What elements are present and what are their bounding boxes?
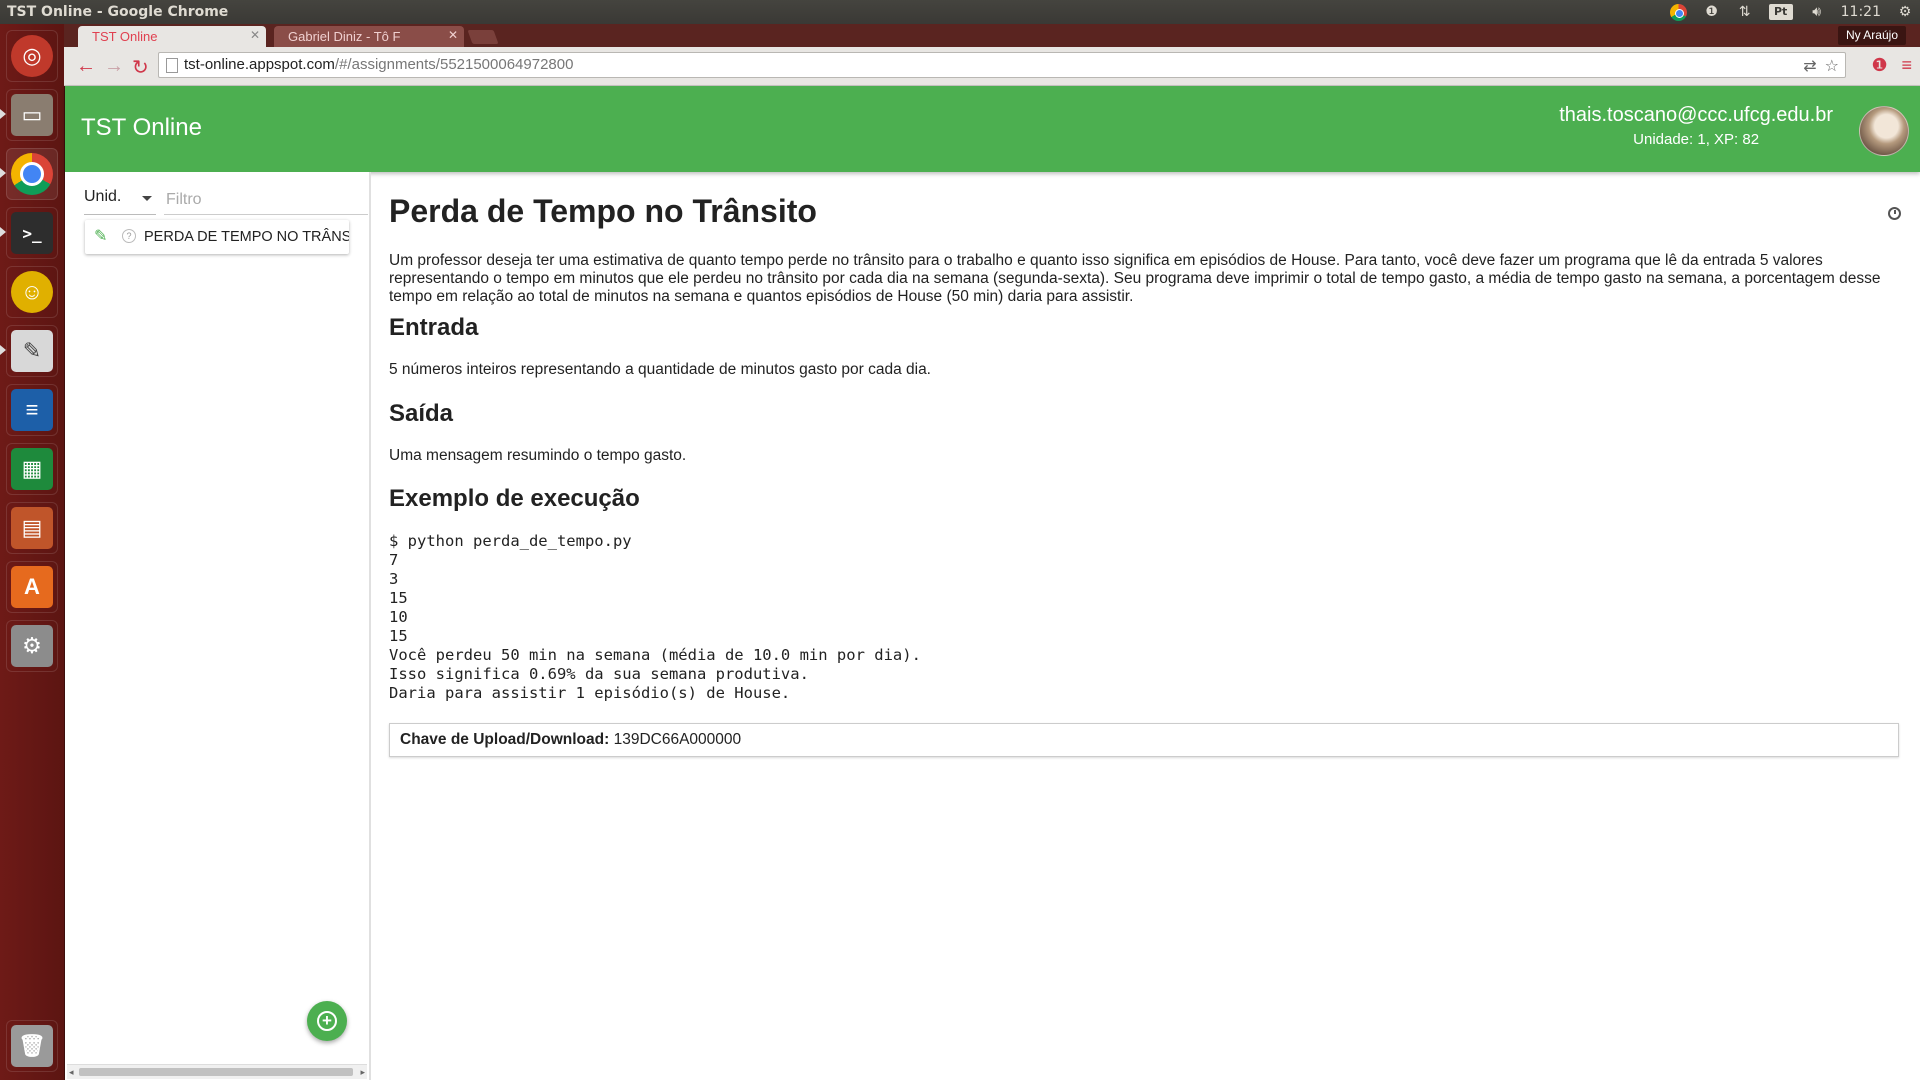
extension-icon[interactable]: ❶ [1871,55,1887,76]
scroll-left-icon[interactable]: ◂ [69,1065,74,1079]
app-title[interactable]: TST Online [81,114,202,142]
tab-label: Gabriel Diniz - Tô F [288,29,401,44]
pidgin-launcher[interactable]: ☺ [6,266,58,318]
url-path: /#/assignments/5521500064972800 [334,56,574,73]
menu-icon[interactable]: ≡ [1901,55,1912,76]
scroll-right-icon[interactable]: ▸ [360,1065,365,1079]
user-info: thais.toscano@ccc.ufcg.edu.br Unidade: 1… [1559,104,1833,148]
reload-icon[interactable]: ↻ [132,55,149,80]
horizontal-scrollbar[interactable]: ◂ ▸ [67,1064,367,1079]
example-heading: Exemplo de execução [389,485,640,512]
system-settings-launcher[interactable]: ⚙ [6,620,58,672]
keyboard-layout-indicator[interactable]: Pt [1768,4,1793,20]
user-email: thais.toscano@ccc.ufcg.edu.br [1559,104,1833,126]
calc-launcher[interactable]: ▦ [6,443,58,495]
page-icon [166,58,178,73]
text-editor-launcher[interactable]: ✎ [6,325,58,377]
chrome-launcher[interactable] [6,148,58,200]
bookmark-star-icon[interactable]: ☆ [1825,55,1839,79]
back-arrow-icon[interactable]: ← [76,55,96,78]
add-button[interactable]: + [307,1001,347,1041]
output-text: Uma mensagem resumindo o tempo gasto. [389,447,687,464]
files-launcher[interactable]: ▭ [6,89,58,141]
trash-icon: 🗑︎ [11,1025,53,1067]
messaging-icon[interactable]: ❶ [1703,3,1721,21]
window-title: TST Online - Google Chrome [7,4,229,20]
tab-strip: TST Online ✕ Gabriel Diniz - Tô F ✕ Ny A… [64,24,1920,47]
address-bar[interactable]: tst-online.appspot.com/#/assignments/552… [158,52,1846,78]
text-editor-icon: ✎ [11,330,53,372]
browser-toolbar: ← → ↻ tst-online.appspot.com/#/assignmen… [64,47,1920,86]
impress-icon: ▤ [11,507,53,549]
upload-key-value: 139DC66A000000 [613,731,742,748]
terminal-launcher[interactable]: >_ [6,207,58,259]
chevron-down-icon [142,196,152,201]
assignment-description: Um professor deseja ter uma estimativa d… [389,252,1881,305]
forward-arrow-icon[interactable]: → [104,55,124,78]
sidebar: Unid. ✎ ? PERDA DE TEMPO NO TRÂNSITO + ◂… [65,172,371,1080]
writer-launcher[interactable]: ≡ [6,384,58,436]
ubuntu-dash-button[interactable]: ◎ [6,30,58,82]
tab-youtube[interactable]: Gabriel Diniz - Tô F ✕ [274,26,464,47]
system-tray: ❶ ⇅ Pt 🔊︎ 11:21 ⚙ [1670,0,1914,24]
url-host: tst-online.appspot.com [184,56,335,73]
session-gear-icon[interactable]: ⚙ [1896,3,1914,21]
writer-icon: ≡ [11,389,53,431]
clock[interactable]: 11:21 [1841,4,1881,20]
assignment-label: PERDA DE TEMPO NO TRÂNSITO [144,229,349,245]
upload-key-box: Chave de Upload/Download: 139DC66A000000 [389,723,1899,757]
input-text: 5 números inteiros representando a quant… [389,361,931,378]
assignment-content: Perda de Tempo no Trânsito Um professor … [389,172,1901,1080]
tab-label: TST Online [92,29,158,44]
assignment-title: Perda de Tempo no Trânsito [389,193,817,229]
unit-select[interactable]: Unid. [84,188,156,215]
assignment-list-item[interactable]: ✎ ? PERDA DE TEMPO NO TRÂNSITO [85,220,349,254]
scrollbar-thumb[interactable] [79,1068,353,1076]
plus-icon: + [317,1011,337,1031]
pending-status-icon: ? [122,229,136,243]
chrome-icon [11,153,53,195]
avatar[interactable] [1859,106,1909,156]
web-page: TST Online thais.toscano@ccc.ufcg.edu.br… [65,86,1920,1080]
calc-icon: ▦ [11,448,53,490]
tab-close-icon[interactable]: ✕ [448,28,458,42]
running-indicator [0,109,6,119]
running-indicator [0,168,6,178]
trash-launcher[interactable]: 🗑︎ [6,1020,58,1072]
network-icon[interactable]: ⇅ [1736,3,1754,21]
unit-select-value: Unid. [84,188,122,205]
software-center-launcher[interactable]: A [6,561,58,613]
output-heading: Saída [389,400,454,427]
new-tab-button[interactable] [467,30,499,44]
tab-tst-online[interactable]: TST Online ✕ [78,26,266,47]
running-indicator [0,227,6,237]
launcher: ◎ ▭ >_ ☺ ✎ ≡ ▦ ▤ A ⚙ 🗑︎ [0,24,65,1080]
tab-close-icon[interactable]: ✕ [250,28,260,42]
top-panel: TST Online - Google Chrome ❶ ⇅ Pt 🔊︎ 11:… [0,0,1920,24]
input-heading: Entrada [389,314,479,341]
example-code: $ python perda_de_tempo.py 7 3 15 10 15 … [389,532,921,702]
pencil-icon: ✎ [94,228,108,245]
running-indicator [0,345,6,355]
clock-icon[interactable] [1888,207,1901,220]
upload-key-label: Chave de Upload/Download: [400,731,610,748]
profile-button[interactable]: Ny Araújo [1837,26,1906,45]
translate-icon[interactable]: ⇄ [1803,55,1816,79]
terminal-icon: >_ [11,212,53,254]
chrome-tray-icon[interactable] [1670,3,1688,21]
filter-input[interactable] [164,186,368,215]
system-settings-icon: ⚙ [11,625,53,667]
user-stats: Unidade: 1, XP: 82 [1633,131,1760,148]
app-bar: TST Online thais.toscano@ccc.ufcg.edu.br… [65,86,1920,172]
impress-launcher[interactable]: ▤ [6,502,58,554]
software-center-icon: A [11,566,53,608]
volume-icon[interactable]: 🔊︎ [1808,3,1826,21]
ubuntu-logo-icon: ◎ [11,35,53,77]
files-icon: ▭ [11,94,53,136]
pidgin-icon: ☺ [11,271,53,313]
